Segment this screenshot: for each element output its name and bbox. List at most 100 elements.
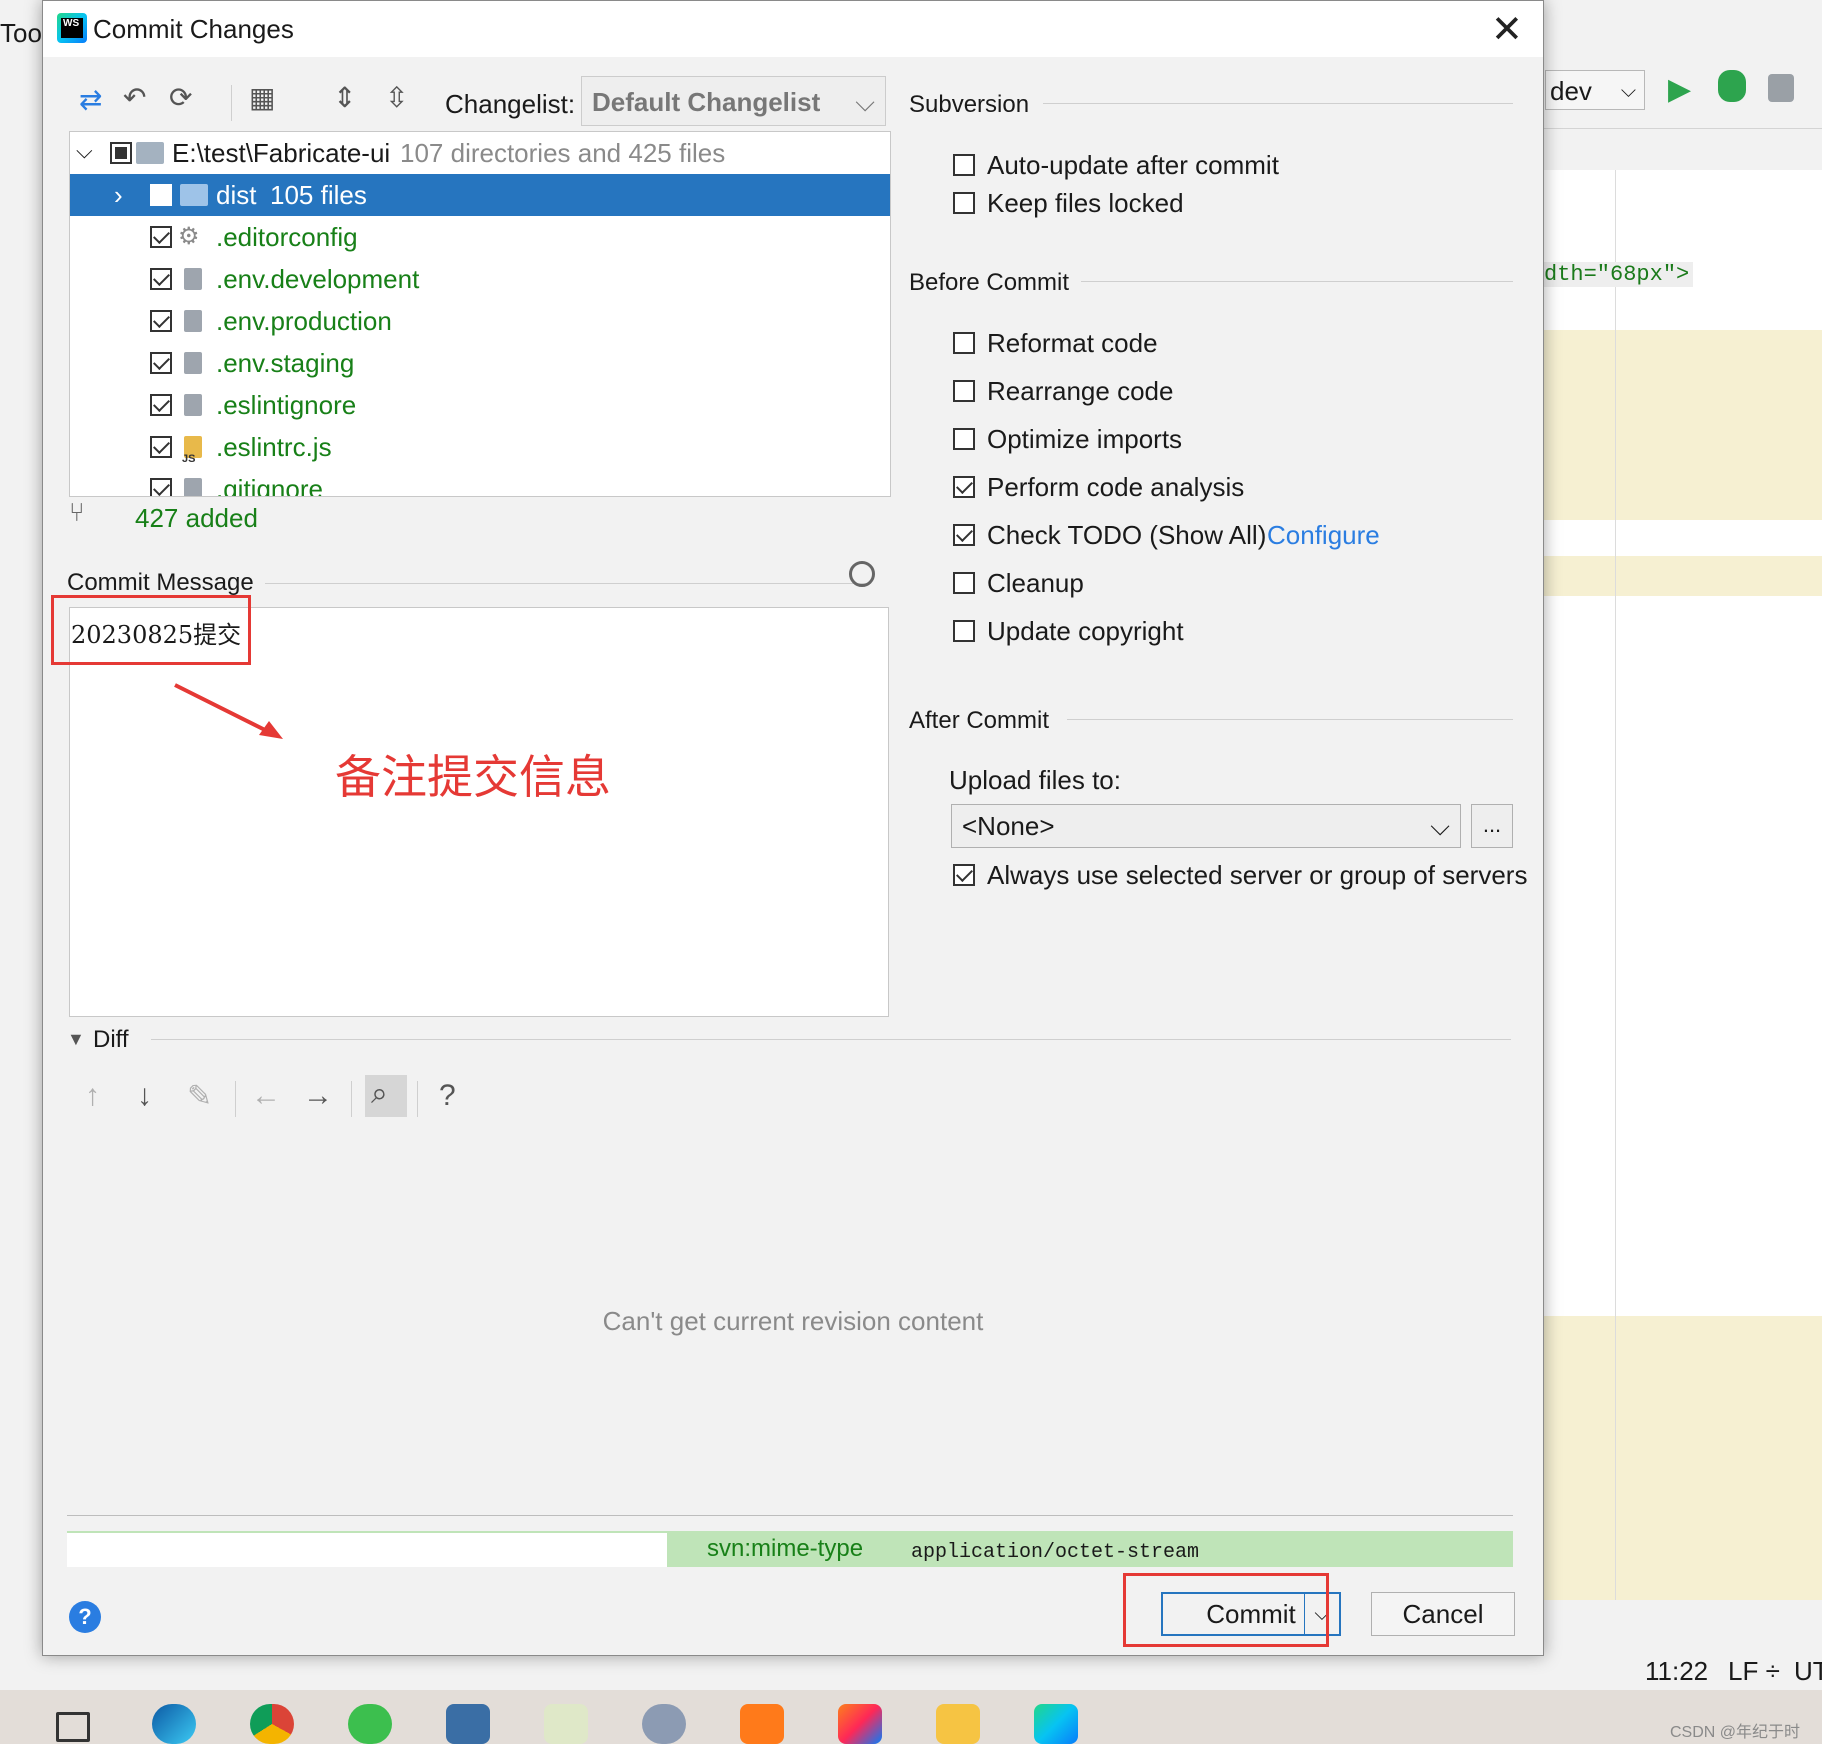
checkbox[interactable]	[953, 572, 975, 594]
checkbox[interactable]	[953, 620, 975, 642]
previous-file-icon[interactable]: ←	[251, 1079, 281, 1113]
tree-row[interactable]: JS .eslintrc.js	[70, 426, 890, 468]
status-time[interactable]: 11:22	[1645, 1656, 1708, 1687]
dist-checkbox[interactable]	[150, 184, 172, 206]
file-name: dist	[216, 180, 257, 210]
help-button[interactable]: ?	[69, 1601, 101, 1633]
tree-row[interactable]: ⚙ .editorconfig	[70, 216, 890, 258]
tree-row-dist[interactable]: › dist 105 files	[70, 174, 890, 216]
chevron-down-icon[interactable]: ⌵	[76, 132, 93, 172]
folder-icon	[180, 184, 208, 206]
added-summary: 427 added	[135, 503, 258, 533]
changes-tree[interactable]: ⌵ E:\test\Fabricate-ui 107 directories a…	[69, 131, 891, 497]
file-checkbox[interactable]	[150, 478, 172, 496]
edit-source-icon[interactable]: ✎	[187, 1079, 212, 1114]
history-clock-icon[interactable]	[849, 561, 875, 587]
commit-message-label: Commit Message	[67, 569, 254, 596]
dialog-title: Commit Changes	[93, 14, 294, 44]
show-diff-icon[interactable]: ⇄	[79, 83, 102, 116]
diff-left-pane	[67, 1531, 667, 1567]
run-icon[interactable]: ▶	[1668, 72, 1691, 107]
divider	[1067, 719, 1513, 720]
divider	[151, 1039, 1511, 1040]
root-path: E:\test\Fabricate-ui	[172, 138, 391, 168]
toolbar-separator	[417, 1081, 418, 1117]
check-todo-option[interactable]: Check TODO (Show All) Configure	[953, 515, 1453, 555]
before-commit-header: Before Commit	[909, 269, 1070, 296]
file-checkbox[interactable]	[150, 226, 172, 248]
checkbox[interactable]	[953, 428, 975, 450]
file-explorer-icon[interactable]	[936, 1704, 980, 1744]
wechat-icon[interactable]	[348, 1704, 392, 1744]
edge-browser-icon[interactable]	[152, 1704, 196, 1744]
diff-status-message: Can't get current revision content	[602, 1306, 984, 1336]
status-encoding[interactable]: UT	[1794, 1656, 1822, 1687]
annotation-text: 备注提交信息	[335, 751, 611, 803]
upload-server-select[interactable]: <None> ⌵	[951, 804, 1461, 848]
cancel-button[interactable]: Cancel	[1371, 1592, 1515, 1636]
notepad-icon[interactable]	[544, 1704, 588, 1744]
help-question-icon[interactable]: ?	[439, 1079, 456, 1113]
task-view-icon[interactable]	[56, 1712, 90, 1742]
file-checkbox[interactable]	[150, 310, 172, 332]
chevron-right-icon[interactable]: ›	[114, 174, 123, 216]
configure-link[interactable]: Configure	[1267, 515, 1380, 555]
file-name: .env.development	[216, 264, 420, 294]
toolbar-separator	[231, 85, 232, 121]
debug-icon[interactable]	[1718, 70, 1746, 102]
tree-row[interactable]: .gitignore	[70, 468, 890, 496]
toolbar-separator	[235, 1081, 236, 1117]
tree-row[interactable]: .env.staging	[70, 342, 890, 384]
collapse-all-icon[interactable]: ⇳	[385, 81, 408, 114]
checkbox[interactable]	[953, 476, 975, 498]
file-checkbox[interactable]	[150, 352, 172, 374]
option-label: Update copyright	[987, 616, 1184, 646]
root-checkbox[interactable]	[110, 142, 132, 164]
chrome-browser-icon[interactable]	[250, 1704, 294, 1744]
file-checkbox[interactable]	[150, 436, 172, 458]
previous-difference-icon[interactable]: ↑	[85, 1079, 100, 1113]
changelist-dropdown[interactable]: Default Changelist ⌵	[581, 76, 886, 126]
tree-row[interactable]: .eslintignore	[70, 384, 890, 426]
browse-servers-button[interactable]: ...	[1471, 804, 1513, 848]
next-difference-icon[interactable]: ↓	[137, 1079, 152, 1113]
file-checkbox[interactable]	[150, 268, 172, 290]
refresh-icon[interactable]: ⟳	[169, 81, 192, 114]
divider	[1081, 281, 1513, 282]
file-checkbox[interactable]	[150, 394, 172, 416]
checkbox[interactable]	[953, 524, 975, 546]
app-icon[interactable]	[642, 1704, 686, 1744]
group-by-icon[interactable]: ▦	[249, 81, 275, 114]
tree-row[interactable]: .env.development	[70, 258, 890, 300]
close-icon[interactable]: ✕	[1491, 7, 1523, 52]
commit-message-input[interactable]	[69, 607, 889, 1017]
option-label: Auto-update after commit	[987, 150, 1279, 180]
ide-menu-tools[interactable]: Tool	[0, 18, 48, 49]
tree-root-row[interactable]: ⌵ E:\test\Fabricate-ui 107 directories a…	[70, 132, 890, 174]
rollback-icon[interactable]: ↶	[123, 81, 146, 114]
expand-all-icon[interactable]: ⇕	[333, 81, 356, 114]
coverage-icon[interactable]	[1768, 74, 1794, 102]
checkbox[interactable]	[953, 192, 975, 214]
subversion-header: Subversion	[909, 91, 1030, 118]
checkbox[interactable]	[953, 154, 975, 176]
checkbox[interactable]	[953, 380, 975, 402]
file-name: .editorconfig	[216, 222, 358, 252]
always-use-server-option[interactable]: Always use selected server or group of s…	[953, 855, 1533, 895]
text-file-icon	[184, 352, 202, 374]
option-label: Always use selected server or group of s…	[987, 860, 1528, 890]
csdn-watermark: CSDN @年纪于时	[1670, 1724, 1801, 1741]
tongda-icon[interactable]	[740, 1704, 784, 1744]
intellij-icon[interactable]	[838, 1704, 882, 1744]
next-file-icon[interactable]: →	[303, 1079, 333, 1113]
remote-desktop-icon[interactable]	[446, 1704, 490, 1744]
status-line-ending[interactable]: LF ÷	[1728, 1656, 1780, 1687]
webstorm-logo-icon: WS	[57, 13, 87, 43]
collapse-triangle-icon[interactable]: ▼	[67, 1029, 85, 1050]
branch-selector[interactable]: dev ⌵	[1545, 70, 1645, 110]
checkbox[interactable]	[953, 332, 975, 354]
tree-row[interactable]: .env.production	[70, 300, 890, 342]
commit-changes-dialog: WS Commit Changes ✕ ⇄ ↶ ⟳ ▦ ⇕ ⇳ Changeli…	[42, 0, 1544, 1656]
checkbox[interactable]	[953, 864, 975, 886]
webstorm-taskbar-icon[interactable]	[1034, 1704, 1078, 1744]
